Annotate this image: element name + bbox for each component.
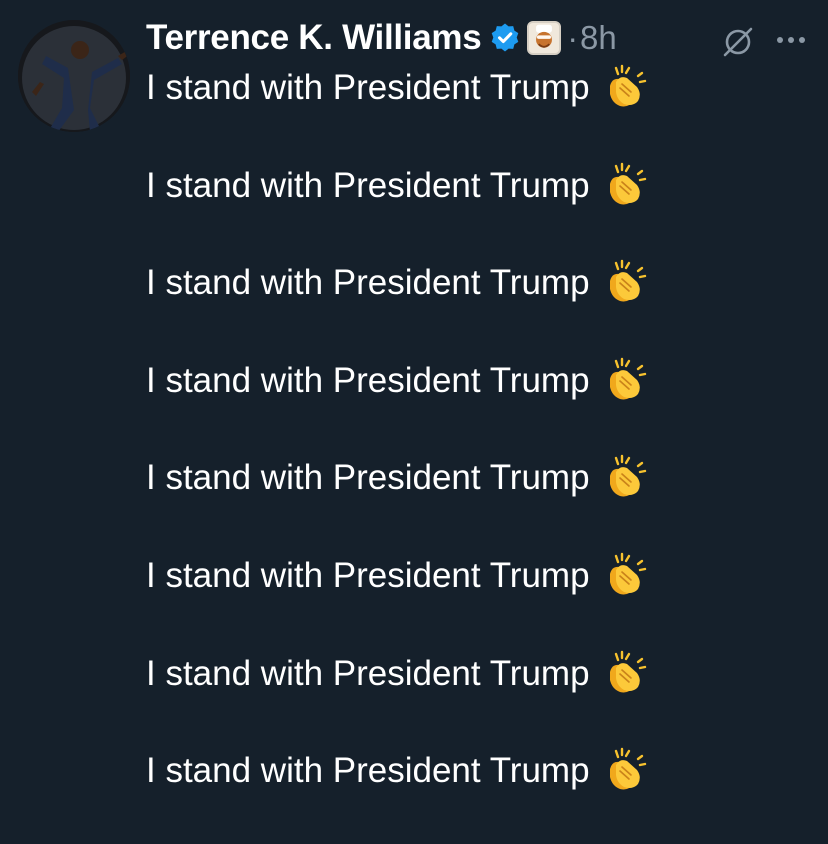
person-avatar-icon bbox=[18, 20, 130, 132]
tweet-line-text: I stand with President Trump bbox=[146, 751, 590, 791]
tweet-timestamp[interactable]: 8h bbox=[580, 19, 617, 57]
author-display-name[interactable]: Terrence K. Williams bbox=[146, 18, 482, 58]
tweet-line-text: I stand with President Trump bbox=[146, 360, 590, 400]
tweet-line: I stand with President Trump bbox=[146, 452, 746, 550]
more-dots-icon[interactable] bbox=[774, 26, 808, 54]
tweet-line-text: I stand with President Trump bbox=[146, 653, 590, 693]
clapping-hands-icon bbox=[602, 747, 648, 793]
separator-dot: · bbox=[567, 19, 579, 56]
clapping-hands-icon bbox=[602, 552, 648, 598]
clapping-hands-icon bbox=[602, 259, 648, 305]
tweet-line-text: I stand with President Trump bbox=[146, 555, 590, 595]
verified-badge-icon[interactable] bbox=[489, 22, 521, 54]
clapping-hands-icon bbox=[602, 357, 648, 403]
tweet-line: I stand with President Trump bbox=[146, 62, 746, 160]
grok-icon[interactable] bbox=[720, 24, 756, 60]
tweet-line: I stand with President Trump bbox=[146, 648, 746, 746]
clapping-hands-icon bbox=[602, 162, 648, 208]
tweet-line-text: I stand with President Trump bbox=[146, 68, 590, 107]
clapping-hands-icon bbox=[602, 454, 648, 500]
tweet-line: I stand with President Trump bbox=[146, 745, 746, 843]
clapping-hands-icon bbox=[602, 650, 648, 696]
tweet-line: I stand with President Trump bbox=[146, 355, 746, 453]
clapping-hands-icon bbox=[602, 64, 648, 110]
author-avatar[interactable] bbox=[18, 20, 130, 132]
tweet-line: I stand with President Trump bbox=[146, 550, 746, 648]
tweet-line-text: I stand with President Trump bbox=[146, 458, 590, 498]
tweet-line: I stand with President Trump bbox=[146, 160, 746, 258]
tweet-line-text: I stand with President Trump bbox=[146, 165, 590, 205]
tweet-line-text: I stand with President Trump bbox=[146, 263, 590, 303]
tweet-text: I stand with President Trump I stand wit… bbox=[146, 62, 746, 843]
tweet-header: Terrence K. Williams · 8h bbox=[146, 14, 617, 62]
affiliate-badge-icon[interactable] bbox=[527, 21, 562, 55]
tweet-line: I stand with President Trump bbox=[146, 257, 746, 355]
